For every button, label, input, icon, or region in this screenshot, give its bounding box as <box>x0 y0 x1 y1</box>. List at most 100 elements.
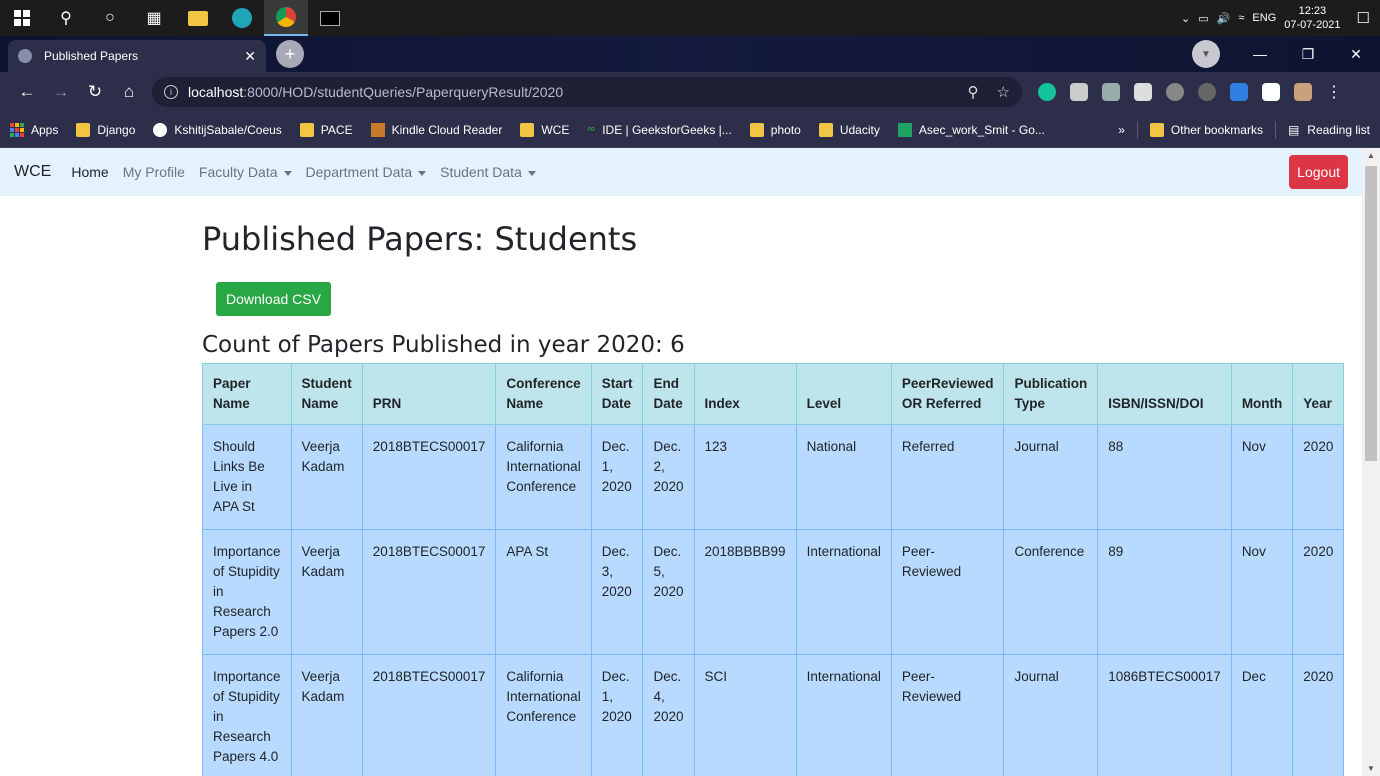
table-cell: International <box>795 529 892 655</box>
table-cell: Peer-Reviewed <box>890 529 1005 655</box>
nav-student-data[interactable]: Student Data <box>440 164 536 180</box>
logout-button[interactable]: Logout <box>1289 155 1348 189</box>
new-tab-button[interactable]: + <box>276 40 304 68</box>
url-path: :8000/HOD/studentQueries/PaperqueryResul… <box>243 84 564 100</box>
extension-icon[interactable] <box>1102 83 1120 101</box>
edge-icon[interactable] <box>220 0 264 36</box>
address-bar[interactable]: i localhost:8000/HOD/studentQueries/Pape… <box>152 77 1022 107</box>
table-header-row: Paper Name Student Name PRN Conference Name… <box>202 363 1345 425</box>
page-scrollbar[interactable]: ▲ ▼ <box>1362 148 1380 776</box>
menu-icon[interactable]: ⋮ <box>1326 82 1342 102</box>
forward-icon[interactable]: → <box>44 82 78 102</box>
column-header: Paper Name <box>202 363 292 425</box>
nav-label: Department Data <box>305 164 413 180</box>
scroll-up-icon[interactable]: ▲ <box>1367 151 1375 160</box>
table-row: Should Links Be Live in APA St Veerja Kad… <box>202 424 1345 530</box>
table-row: Importance of Stupidity in Research Pape… <box>202 529 1345 655</box>
column-header: PRN <box>361 363 497 425</box>
tray-chevron-icon[interactable]: ⌄ <box>1181 12 1190 25</box>
bookmark-photo[interactable]: photo <box>749 122 801 137</box>
extension-icon[interactable] <box>1198 83 1216 101</box>
scroll-down-icon[interactable]: ▼ <box>1367 764 1375 773</box>
table-cell: Veerja Kadam <box>290 424 363 530</box>
geeksforgeeks-icon: ∞ <box>587 122 596 135</box>
extension-icon[interactable] <box>1230 83 1248 101</box>
home-icon[interactable]: ⌂ <box>112 82 146 102</box>
nav-home[interactable]: Home <box>71 164 108 180</box>
brand-link[interactable]: WCE <box>14 163 51 181</box>
bookmark-star-icon[interactable]: ☆ <box>997 83 1010 101</box>
reading-list[interactable]: ▤ Reading list <box>1288 123 1370 137</box>
table-cell: Dec. 3, 2020 <box>590 529 644 655</box>
bookmark-django[interactable]: Django <box>76 122 135 137</box>
back-icon[interactable]: ← <box>10 82 44 102</box>
table-cell: 2018BTECS00017 <box>361 654 497 776</box>
browser-tab[interactable]: Published Papers ✕ <box>8 40 266 72</box>
minimize-icon[interactable]: — <box>1236 46 1284 62</box>
restore-icon[interactable]: ❐ <box>1284 46 1332 63</box>
extension-icon[interactable] <box>1166 83 1184 101</box>
table-cell: 2020 <box>1292 654 1345 776</box>
table-cell: California International Conference <box>495 424 592 530</box>
bookmark-label: Asec_work_Smit - Go... <box>918 122 1045 137</box>
nav-department-data[interactable]: Department Data <box>306 164 427 180</box>
clock[interactable]: 12:23 07-07-2021 <box>1284 4 1340 32</box>
bookmark-gfg[interactable]: ∞ IDE | GeeksforGeeks |... <box>587 123 731 137</box>
language-indicator[interactable]: ENG <box>1252 12 1276 24</box>
download-csv-button[interactable]: Download CSV <box>216 282 331 316</box>
column-header: Level <box>795 363 892 425</box>
extension-icon[interactable] <box>1134 83 1152 101</box>
shield-extension-icon[interactable] <box>1070 83 1088 101</box>
bookmarks-overflow-button[interactable]: » <box>1118 123 1125 137</box>
close-tab-icon[interactable]: ✕ <box>244 48 256 65</box>
other-bookmarks[interactable]: Other bookmarks <box>1149 122 1263 137</box>
file-explorer-icon[interactable] <box>176 0 220 36</box>
bookmark-label: IDE | GeeksforGeeks |... <box>602 122 732 137</box>
bookmark-apps[interactable]: Apps <box>10 122 58 137</box>
battery-icon[interactable]: ▭ <box>1198 12 1208 25</box>
table-cell: Dec. 4, 2020 <box>642 654 695 776</box>
table-cell: 2020 <box>1292 529 1345 655</box>
bookmark-github[interactable]: KshitijSabale/Coeus <box>153 122 282 137</box>
profile-avatar[interactable] <box>1294 83 1312 101</box>
table-cell: Should Links Be Live in APA St <box>202 424 292 530</box>
puzzle-icon[interactable] <box>1262 83 1280 101</box>
nav-my-profile[interactable]: My Profile <box>123 164 185 180</box>
task-view-icon[interactable]: ▦ <box>132 0 176 36</box>
zoom-icon[interactable]: ⚲ <box>968 83 979 101</box>
papers-table: Paper Name Student Name PRN Conference Name… <box>202 363 1345 776</box>
bookmark-udacity[interactable]: Udacity <box>818 122 880 137</box>
wifi-icon[interactable]: ≈ <box>1238 12 1244 24</box>
tab-search-icon[interactable]: ▼ <box>1192 40 1220 68</box>
dropdown-caret-icon <box>283 170 292 176</box>
column-header: End Date <box>642 363 695 425</box>
github-icon <box>153 122 168 137</box>
table-cell: Dec. 2, 2020 <box>642 424 695 530</box>
table-cell: 88 <box>1097 424 1232 530</box>
nav-faculty-data[interactable]: Faculty Data <box>199 164 292 180</box>
search-icon[interactable]: ⚲ <box>44 0 88 36</box>
grammarly-extension-icon[interactable] <box>1038 83 1056 101</box>
reload-icon[interactable]: ↻ <box>78 82 112 102</box>
cortana-icon[interactable]: ○ <box>88 0 132 36</box>
chrome-icon[interactable] <box>264 0 308 36</box>
table-row: Importance of Stupidity in Research Pape… <box>202 654 1345 776</box>
notification-icon[interactable]: ☐ <box>1357 9 1370 27</box>
table-cell: 2018BTECS00017 <box>361 424 497 530</box>
bookmark-asec[interactable]: Asec_work_Smit - Go... <box>897 122 1045 137</box>
column-header: Student Name <box>290 363 363 425</box>
bookmark-pace[interactable]: PACE <box>299 122 353 137</box>
site-info-icon[interactable]: i <box>164 85 178 99</box>
bookmarks-bar: Apps Django KshitijSabale/Coeus PACE Kin… <box>0 112 1380 148</box>
volume-icon[interactable]: 🔊 <box>1217 12 1231 25</box>
bookmark-label: Udacity <box>839 122 880 137</box>
terminal-icon[interactable] <box>308 0 352 36</box>
tab-strip: Published Papers ✕ + ▼ — ❐ ✕ <box>0 36 1380 72</box>
close-window-icon[interactable]: ✕ <box>1332 46 1380 63</box>
scrollbar-thumb[interactable] <box>1365 166 1377 461</box>
bookmark-wce[interactable]: WCE <box>520 122 569 137</box>
bookmark-kindle[interactable]: Kindle Cloud Reader <box>370 122 502 137</box>
table-cell: Dec. 1, 2020 <box>590 424 644 530</box>
windows-start-icon[interactable] <box>0 0 44 36</box>
folder-icon <box>1149 122 1164 137</box>
